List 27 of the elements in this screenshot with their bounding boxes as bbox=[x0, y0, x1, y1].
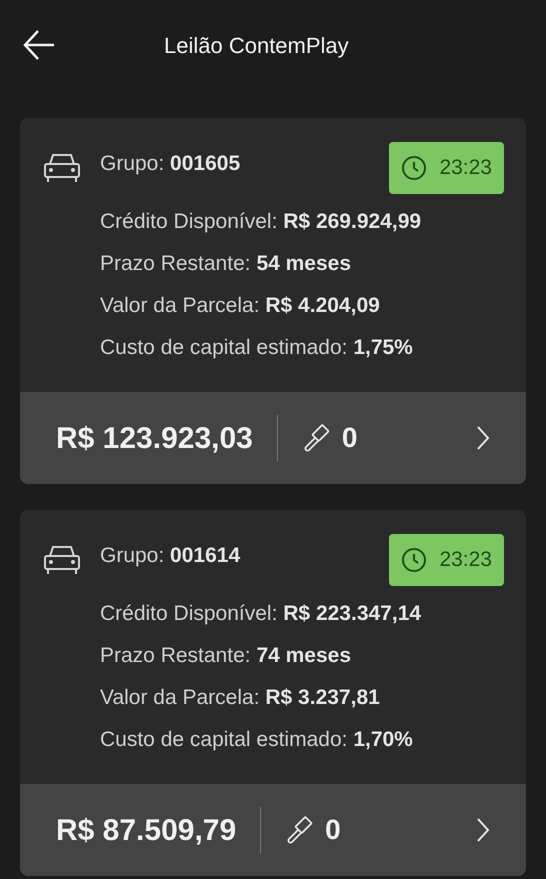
chevron-right-icon[interactable] bbox=[476, 817, 490, 843]
detail-text: Prazo Restante: 74 meses bbox=[100, 643, 352, 669]
group-text: Grupo: 001605 bbox=[100, 151, 240, 177]
detail-text: Valor da Parcela: R$ 4.204,09 bbox=[100, 293, 381, 319]
auction-card[interactable]: Grupo: 001605 23:23 Crédito Disponível: R$ 269.924,99 Prazo Restante: 54 meses Valor da Parcela: R$ 4.204,09 Custo de capital estimado: 1,75% R$ 123.923,03 0 bbox=[20, 118, 526, 484]
detail-text: Custo de capital estimado: 1,70% bbox=[100, 727, 414, 753]
clock-icon bbox=[401, 547, 428, 573]
gavel-icon bbox=[302, 423, 332, 453]
clock-icon bbox=[401, 155, 428, 181]
back-icon[interactable] bbox=[22, 28, 56, 62]
detail-text: Crédito Disponível: R$ 269.924,99 bbox=[100, 209, 422, 235]
timer-text: 23:23 bbox=[439, 547, 492, 574]
car-icon bbox=[42, 152, 82, 184]
chevron-right-icon[interactable] bbox=[476, 425, 490, 451]
page-title: Leilão ContemPlay bbox=[164, 32, 349, 60]
bid-count: 0 bbox=[325, 813, 341, 847]
detail-text: Prazo Restante: 54 meses bbox=[100, 251, 352, 277]
group-text: Grupo: 001614 bbox=[100, 543, 240, 569]
detail-text: Crédito Disponível: R$ 223.347,14 bbox=[100, 601, 422, 627]
price-text: R$ 123.923,03 bbox=[56, 420, 253, 456]
bid-count: 0 bbox=[342, 421, 358, 455]
auction-card[interactable]: Grupo: 001614 23:23 Crédito Disponível: R$ 223.347,14 Prazo Restante: 74 meses Valor da Parcela: R$ 3.237,81 Custo de capital estimado: 1,70% R$ 87.509,79 0 bbox=[20, 510, 526, 876]
detail-text: Valor da Parcela: R$ 3.237,81 bbox=[100, 685, 381, 711]
detail-text: Custo de capital estimado: 1,75% bbox=[100, 335, 414, 361]
timer-text: 23:23 bbox=[439, 155, 492, 182]
price-text: R$ 87.509,79 bbox=[56, 812, 236, 848]
car-icon bbox=[42, 544, 82, 576]
